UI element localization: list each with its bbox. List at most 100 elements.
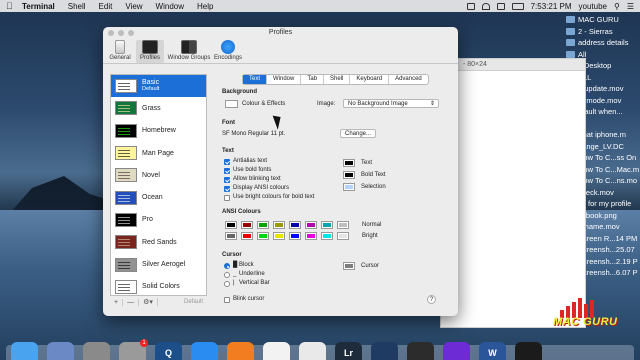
background-image-select[interactable]: No Background Image ⇕ (343, 99, 439, 108)
ansi-normal-swatch[interactable] (289, 221, 301, 229)
final-cut-icon[interactable] (407, 342, 434, 360)
profile-item-pro[interactable]: Pro (111, 209, 206, 231)
ansi-bright-swatch[interactable] (321, 232, 333, 240)
quicktime-icon[interactable]: Q (155, 342, 182, 360)
ansi-bright-swatch[interactable] (273, 232, 285, 240)
tab-text[interactable]: Text (243, 75, 268, 84)
spotlight-icon[interactable]: ⚲ (614, 2, 620, 11)
menu-user[interactable]: youtube (579, 2, 607, 11)
cursor-style-radio[interactable] (224, 263, 230, 269)
profile-item-novel[interactable]: Novel (111, 164, 206, 186)
toolbar-general[interactable]: General (106, 40, 134, 63)
profile-item-ocean[interactable]: Ocean (111, 186, 206, 208)
toolbar-profiles[interactable]: Profiles (136, 40, 164, 63)
tab-window[interactable]: Window (267, 75, 302, 84)
profile-item-silver-aerogel[interactable]: Silver Aerogel (111, 253, 206, 275)
menu-shell[interactable]: Shell (68, 2, 86, 11)
profile-item-red-sands[interactable]: Red Sands (111, 231, 206, 253)
preview-icon[interactable] (47, 342, 74, 360)
profile-item-grass[interactable]: Grass (111, 97, 206, 119)
cursor-style-radio[interactable] (224, 272, 230, 278)
profile-item-homebrew[interactable]: Homebrew (111, 120, 206, 142)
ansi-normal-swatch[interactable] (321, 221, 333, 229)
toolbar-window-groups[interactable]: Window Groups (166, 40, 212, 63)
desktop-file-item[interactable]: MAC GURU (566, 14, 640, 26)
profile-item-man-page[interactable]: Man Page (111, 142, 206, 164)
help-button[interactable]: ? (427, 295, 436, 304)
cursor-glyph: █ (233, 262, 238, 268)
cursor-colour-well[interactable] (343, 262, 355, 270)
ansi-normal-swatch[interactable] (305, 221, 317, 229)
desktop-file-label: Screensh...25.07 (578, 245, 635, 254)
blink-cursor-checkbox[interactable] (224, 297, 230, 303)
profile-action-menu[interactable]: ⚙︎▾ (139, 298, 158, 306)
finder-icon[interactable] (11, 342, 38, 360)
selection-colour-well[interactable] (343, 183, 355, 191)
word-icon[interactable]: W (479, 342, 506, 360)
terminal-icon[interactable] (515, 342, 542, 360)
menu-help[interactable]: Help (197, 2, 213, 11)
background-colour-well[interactable] (225, 100, 238, 108)
set-default-button[interactable]: Default (180, 299, 207, 305)
remove-profile-button[interactable]: — (123, 298, 140, 306)
chrome-icon[interactable] (299, 342, 326, 360)
desktop-file-item[interactable]: 2 - Sierras (566, 26, 640, 38)
menu-clock[interactable]: 7:53:21 PM (531, 2, 572, 11)
cursor-style-radio[interactable] (224, 281, 230, 287)
text-colour-well[interactable] (343, 159, 355, 167)
ansi-bright-swatch[interactable] (225, 232, 237, 240)
imovie-icon[interactable] (443, 342, 470, 360)
ansi-bright-swatch[interactable] (257, 232, 269, 240)
zoom-button[interactable] (128, 30, 134, 36)
lightroom-icon[interactable]: Lr (335, 342, 362, 360)
close-button[interactable] (108, 30, 114, 36)
desktop-file-item[interactable]: address details (566, 37, 640, 49)
profile-name-block: Man Page (142, 150, 174, 157)
ansi-normal-swatch[interactable] (225, 221, 237, 229)
menu-view[interactable]: View (125, 2, 142, 11)
ansi-bright-swatch[interactable] (337, 232, 349, 240)
wifi-icon[interactable] (481, 2, 490, 10)
minimize-button[interactable] (118, 30, 124, 36)
profile-item-solid-colors[interactable]: Solid Colors (111, 276, 206, 295)
notification-center-icon[interactable]: ☰ (627, 2, 634, 11)
menu-edit[interactable]: Edit (99, 2, 113, 11)
menu-app-name[interactable]: Terminal (22, 2, 55, 11)
encodings-icon (221, 40, 235, 54)
profile-list[interactable]: Basic Default Grass Homebrew Man Page Novel Oc… (110, 74, 207, 296)
tab-shell[interactable]: Shell (324, 75, 351, 84)
menu-window[interactable]: Window (156, 2, 184, 11)
window-titlebar: Profiles (103, 27, 458, 38)
text-option-checkbox[interactable] (224, 186, 230, 192)
ansi-bright-swatch[interactable] (305, 232, 317, 240)
text-option-checkbox[interactable] (224, 177, 230, 183)
ansi-bright-swatch[interactable] (289, 232, 301, 240)
profile-item-basic[interactable]: Basic Default (111, 75, 206, 98)
add-profile-button[interactable]: + (110, 298, 124, 306)
ansi-normal-swatch[interactable] (257, 221, 269, 229)
safari-icon[interactable] (191, 342, 218, 360)
itunes-icon[interactable] (263, 342, 290, 360)
ansi-normal-swatch[interactable] (273, 221, 285, 229)
firefox-icon[interactable] (227, 342, 254, 360)
volume-icon[interactable] (496, 2, 505, 10)
background-terminal-window[interactable]: - 80×24 (440, 58, 586, 328)
text-option-checkbox[interactable] (224, 195, 230, 201)
text-option-checkbox[interactable] (224, 168, 230, 174)
battery-icon[interactable] (511, 2, 524, 10)
editor-icon[interactable] (371, 342, 398, 360)
launchpad-icon[interactable] (83, 342, 110, 360)
tab-tab[interactable]: Tab (301, 75, 325, 84)
toolbar-encodings[interactable]: Encodings (214, 40, 242, 63)
screen-mirroring-icon[interactable] (466, 2, 475, 10)
tab-keyboard[interactable]: Keyboard (350, 75, 390, 84)
ansi-normal-swatch[interactable] (337, 221, 349, 229)
bold-text-colour-well[interactable] (343, 171, 355, 179)
ansi-normal-swatch[interactable] (241, 221, 253, 229)
ansi-bright-swatch[interactable] (241, 232, 253, 240)
system-preferences-icon[interactable]: 1 (119, 339, 148, 360)
text-option-checkbox[interactable] (224, 159, 230, 165)
tab-advanced[interactable]: Advanced (389, 75, 428, 84)
change-font-button[interactable]: Change... (340, 129, 377, 138)
apple-menu-icon[interactable]:  (6, 1, 16, 11)
